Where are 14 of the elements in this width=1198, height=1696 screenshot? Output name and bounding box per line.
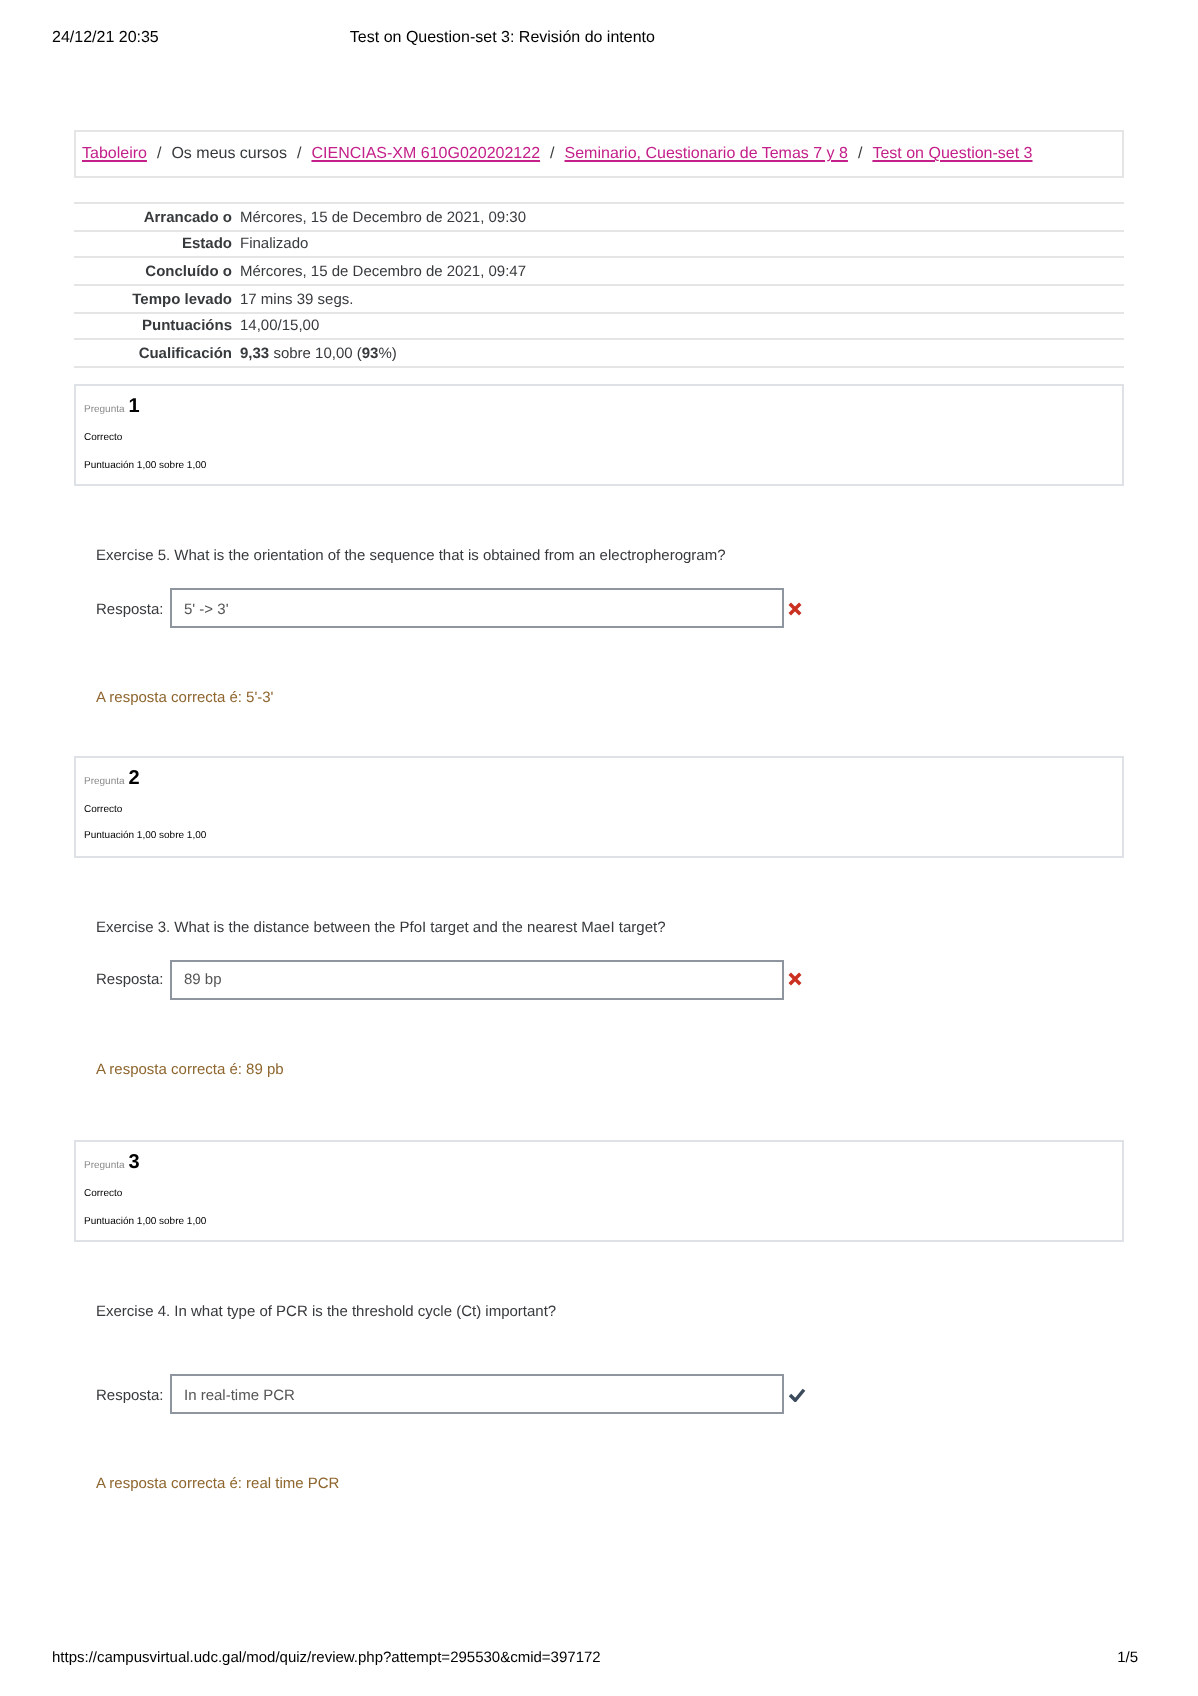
page-title: Test on Question-set 3: Revisión do intento (349, 26, 655, 50)
question-number: 2 (128, 765, 140, 794)
breadcrumb-link[interactable]: Test on Question-set 3 (872, 142, 1033, 166)
print-date: 24/12/21 20:35 (52, 26, 159, 50)
breadcrumb-separator: / (156, 142, 162, 166)
breadcrumb-text: Os meus cursos (171, 142, 287, 166)
breadcrumb-link[interactable]: CIENCIAS-XM 610G020202122 (311, 142, 541, 166)
breadcrumb-link[interactable]: Seminario, Cuestionario de Temas 7 y 8 (564, 142, 848, 166)
breadcrumb-separator: / (857, 142, 863, 166)
breadcrumb-link[interactable]: Taboleiro (82, 142, 147, 166)
question-number: 3 (128, 1150, 140, 1179)
question-number: 1 (128, 394, 140, 423)
breadcrumb-separator: / (550, 142, 555, 166)
breadcrumb-separator: / (297, 142, 302, 166)
